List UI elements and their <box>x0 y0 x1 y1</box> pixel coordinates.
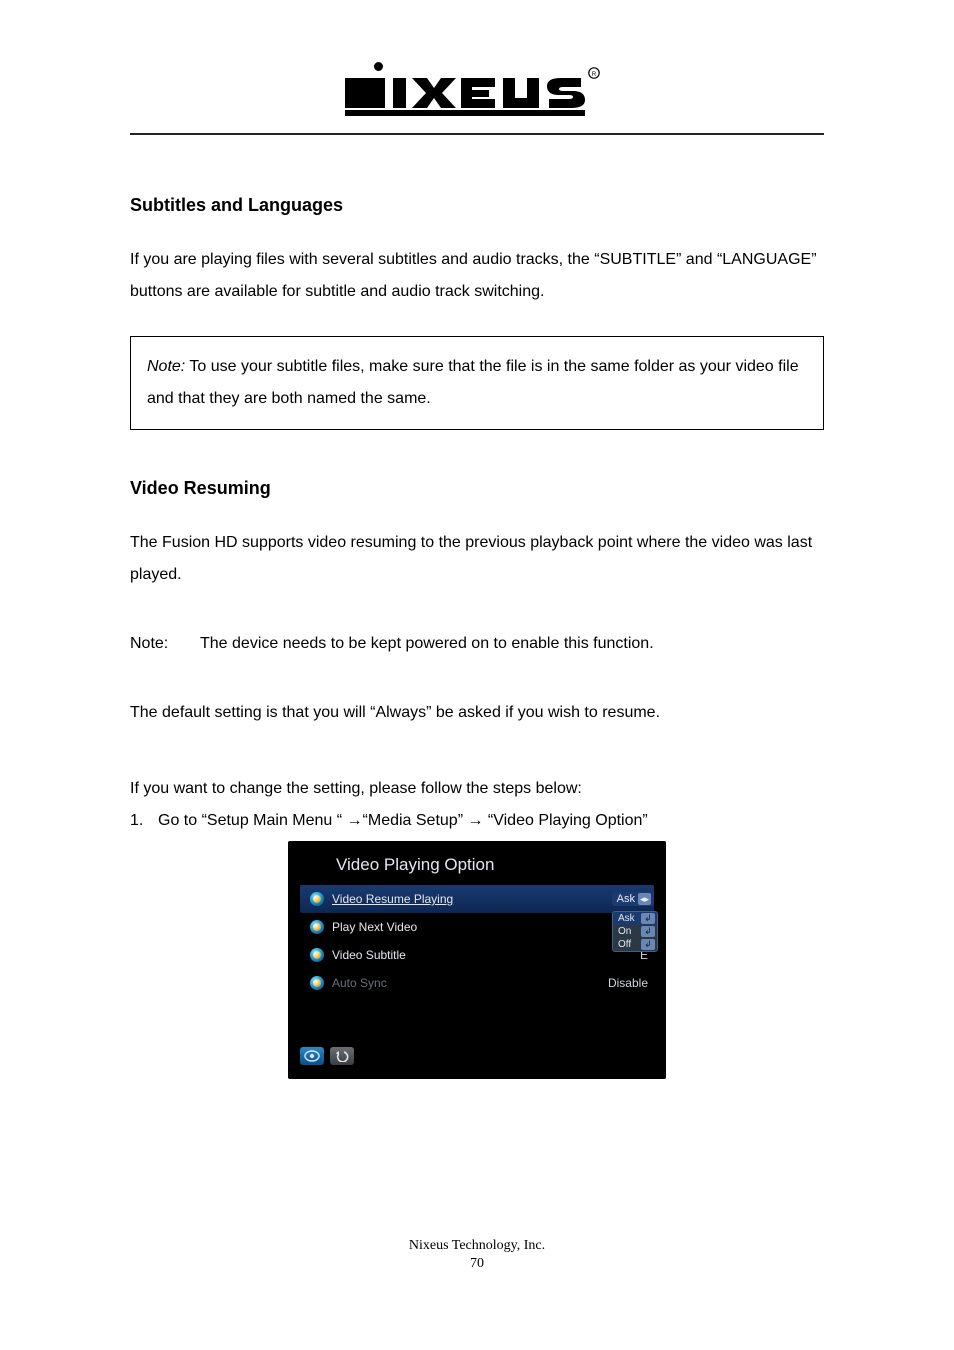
note-key: Note: <box>130 635 200 653</box>
row-label: Auto Sync <box>332 976 608 990</box>
steps-block: If you want to change the setting, pleas… <box>130 773 824 837</box>
pill-text: Ask <box>617 893 635 905</box>
row-label: Video Resume Playing <box>332 892 609 906</box>
chevron-lr-icon: ◂▸ <box>638 893 651 905</box>
note-line-poweron: Note: The device needs to be kept powere… <box>130 635 824 653</box>
enter-icon: ↲ <box>641 926 655 937</box>
bullet-icon <box>310 920 324 934</box>
opt-label: Ask <box>618 913 635 924</box>
note-box-subtitles: Note: To use your subtitle files, make s… <box>130 336 824 430</box>
dropdown-option-on[interactable]: On ↲ <box>613 925 657 938</box>
footer-company: Nixeus Technology, Inc. <box>0 1238 954 1254</box>
panel-bottom-icons <box>288 997 666 1065</box>
heading-video-resuming: Video Resuming <box>130 478 824 499</box>
paragraph-default-setting: The default setting is that you will “Al… <box>130 697 824 729</box>
panel-title: Video Playing Option <box>288 841 666 885</box>
row-video-subtitle[interactable]: Video Subtitle E <box>300 941 654 969</box>
row-play-next-video[interactable]: Play Next Video E <box>300 913 654 941</box>
value-pill-ask[interactable]: Ask ◂▸ <box>612 892 654 906</box>
bullet-icon <box>310 892 324 906</box>
bullet-icon <box>310 948 324 962</box>
eye-icon[interactable] <box>300 1047 324 1065</box>
step-number: 1. <box>130 805 158 837</box>
step-1: 1. Go to “Setup Main Menu “ →“Media Setu… <box>130 805 824 837</box>
row-label: Play Next Video <box>332 920 640 934</box>
opt-label: Off <box>618 939 631 950</box>
heading-subtitles-languages: Subtitles and Languages <box>130 195 824 216</box>
footer-page-number: 70 <box>0 1256 954 1272</box>
bullet-icon <box>310 976 324 990</box>
dropdown-option-off[interactable]: Off ↲ <box>613 938 657 951</box>
page: R Subtitles and Languages If you are pla… <box>0 0 954 1350</box>
opt-label: On <box>618 926 631 937</box>
paragraph-subtitles-intro: If you are playing files with several su… <box>130 244 824 308</box>
row-label: Video Subtitle <box>332 948 640 962</box>
svg-text:R: R <box>592 72 597 78</box>
dropdown-option-ask[interactable]: Ask ↲ <box>613 912 657 925</box>
row-auto-sync: Auto Sync Disable <box>300 969 654 997</box>
nixeus-logo-svg: R <box>327 60 627 116</box>
header-divider <box>130 133 824 135</box>
note-body: To use your subtitle files, make sure th… <box>147 358 799 407</box>
enter-icon: ↲ <box>641 939 655 950</box>
panel-list: Video Resume Playing Ask ◂▸ Play Next Vi… <box>288 885 666 997</box>
resume-dropdown[interactable]: Ask ↲ On ↲ Off ↲ <box>612 911 658 952</box>
video-playing-option-panel: Video Playing Option Video Resume Playin… <box>288 841 666 1079</box>
row-value: Disable <box>608 976 654 990</box>
note-label: Note: <box>147 358 185 375</box>
page-footer: Nixeus Technology, Inc. 70 <box>0 1238 954 1272</box>
note-value: The device needs to be kept powered on t… <box>200 635 654 653</box>
row-video-resume-playing[interactable]: Video Resume Playing Ask ◂▸ <box>300 885 654 913</box>
back-icon[interactable] <box>330 1047 354 1065</box>
enter-icon: ↲ <box>641 913 655 924</box>
steps-intro: If you want to change the setting, pleas… <box>130 773 824 805</box>
step-text: Go to “Setup Main Menu “ →“Media Setup” … <box>158 805 648 837</box>
brand-logo: R <box>130 60 824 121</box>
paragraph-resume-intro: The Fusion HD supports video resuming to… <box>130 527 824 591</box>
